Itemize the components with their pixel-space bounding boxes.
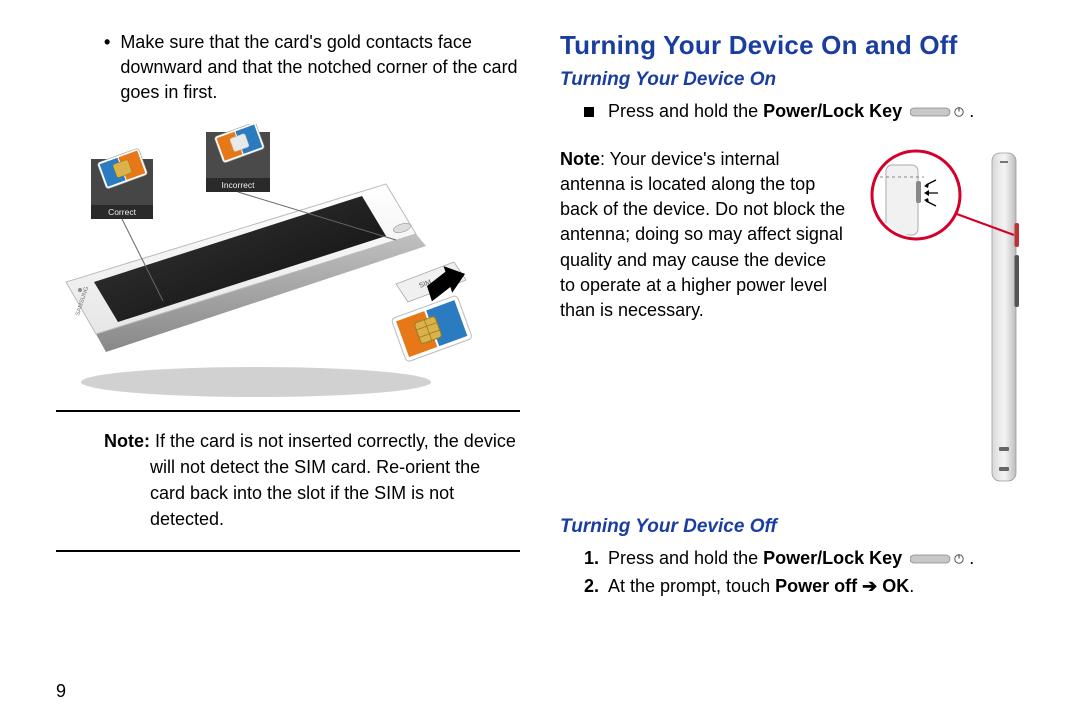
two-column-layout: • Make sure that the card's gold contact… — [56, 30, 1024, 670]
turn-off-step-2-text: At the prompt, touch Power off ➔ OK. — [608, 576, 914, 597]
antenna-note-block: Note: Your device's internal antenna is … — [560, 147, 1024, 492]
power-lock-key-icon — [910, 102, 966, 123]
step-number-1: 1. — [584, 548, 608, 569]
bullet-dot: • — [104, 30, 110, 106]
turn-on-steps: Press and hold the Power/Lock Key . — [584, 101, 1024, 129]
left-column: • Make sure that the card's gold contact… — [56, 30, 520, 670]
turn-on-step-text: Press and hold the Power/Lock Key . — [608, 101, 974, 123]
subheading-on: Turning Your Device On — [560, 69, 1024, 91]
sim-insert-bullet: • Make sure that the card's gold contact… — [104, 30, 520, 106]
turn-off-step-1-text: Press and hold the Power/Lock Key . — [608, 548, 974, 570]
sim-figure-svg: SAMSUNG SIM — [56, 124, 486, 404]
step-number-2: 2. — [584, 576, 608, 597]
right-column: Turning Your Device On and Off Turning Y… — [560, 30, 1024, 670]
turn-off-step-2: 2. At the prompt, touch Power off ➔ OK. — [584, 576, 1024, 597]
page-number: 9 — [56, 681, 66, 702]
figure-correct-label: Correct — [108, 207, 137, 217]
sim-insert-figure: SAMSUNG SIM — [56, 124, 520, 412]
antenna-note-label: Note — [560, 149, 600, 169]
power-lock-key-icon — [910, 549, 966, 570]
square-bullet-icon — [584, 107, 594, 117]
sim-note-text: If the card is not inserted correctly, t… — [150, 431, 516, 529]
sim-insert-text: Make sure that the card's gold contacts … — [120, 30, 520, 106]
turn-off-step-1: 1. Press and hold the Power/Lock Key . — [584, 548, 1024, 570]
figure-incorrect-label: Incorrect — [221, 180, 255, 190]
turn-off-steps: 1. Press and hold the Power/Lock Key . — [584, 548, 1024, 603]
power-figure-svg — [864, 147, 1024, 487]
antenna-note-text-wrap: Note: Your device's internal antenna is … — [560, 147, 846, 492]
section-heading: Turning Your Device On and Off — [560, 30, 1024, 61]
manual-page: • Make sure that the card's gold contact… — [0, 0, 1080, 720]
sim-note-box: Note: If the card is not inserted correc… — [56, 420, 520, 552]
sim-note-text-line: Note: If the card is not inserted correc… — [150, 428, 520, 532]
power-button-figure — [864, 147, 1024, 492]
note-label: Note: — [104, 431, 150, 451]
subheading-off: Turning Your Device Off — [560, 516, 1024, 538]
turn-on-step-1: Press and hold the Power/Lock Key . — [584, 101, 1024, 123]
antenna-note-text: : Your device's internal antenna is loca… — [560, 149, 845, 320]
